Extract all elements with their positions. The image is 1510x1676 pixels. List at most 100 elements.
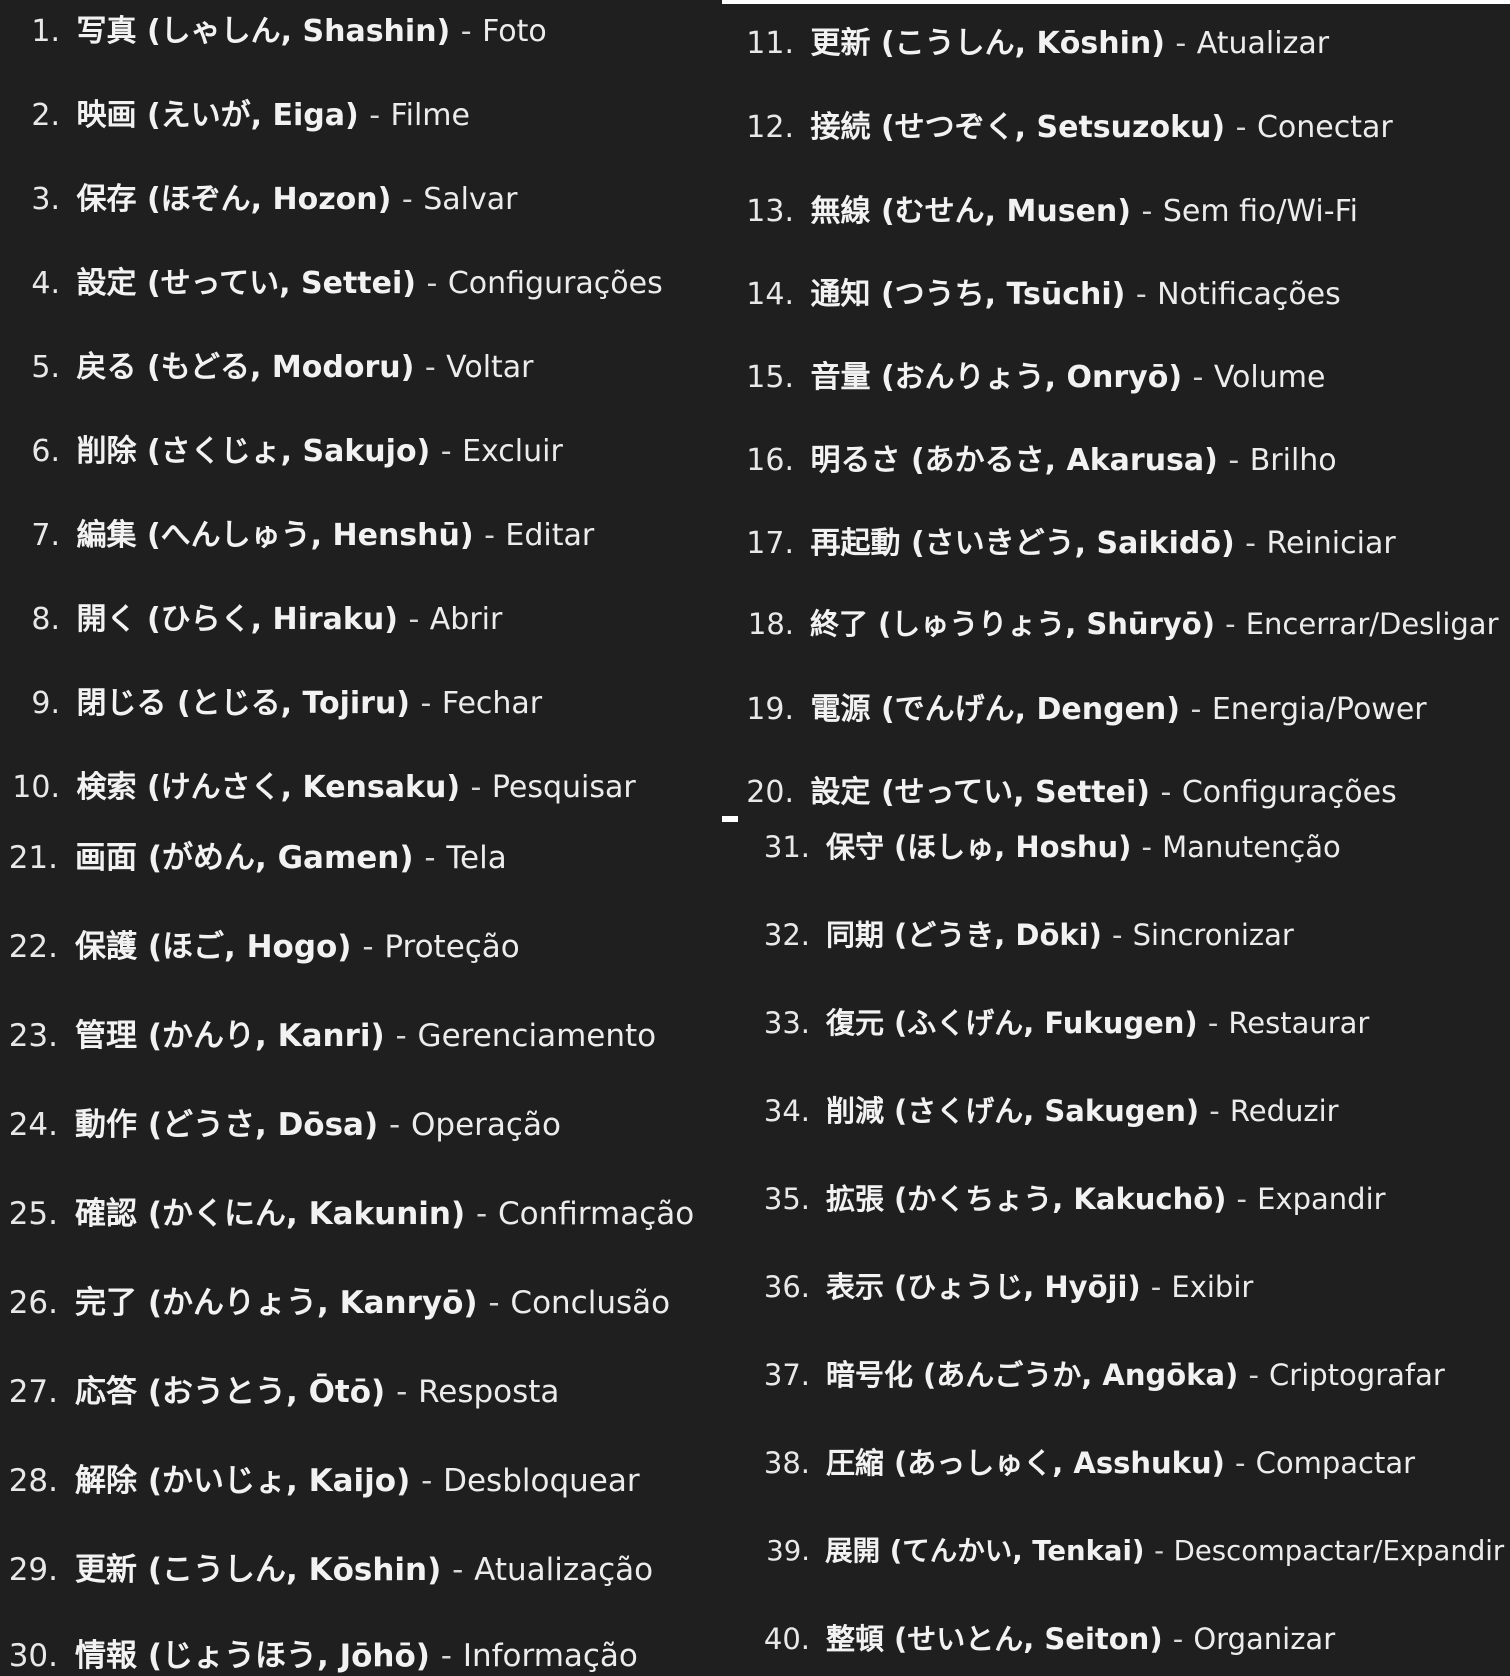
separator: - — [1190, 692, 1202, 727]
separator: - — [424, 350, 436, 385]
item-number: 21. — [8, 840, 58, 876]
list-item: 37. 暗号化 (あんごうか, Angōka) - Criptografar — [738, 1352, 1445, 1394]
portuguese-meaning: Conclusão — [510, 1285, 671, 1321]
japanese-term: 更新 (こうしん, Kōshin) — [810, 26, 1165, 61]
separator: - — [460, 14, 472, 49]
portuguese-meaning: Configurações — [1181, 775, 1397, 810]
list-item: 27. 応答 (おうとう, Ōtō) - Resposta — [0, 1366, 560, 1411]
japanese-term: 削減 (さくげん, Sakugen) — [825, 1094, 1200, 1128]
portuguese-meaning: Informação — [462, 1638, 638, 1674]
item-number: 34. — [763, 1094, 810, 1128]
item-number: 17. — [746, 526, 794, 561]
japanese-term: 戻る (もどる, Modoru) — [76, 350, 415, 385]
list-item: 22. 保護 (ほご, Hogo) - Proteção — [0, 921, 520, 966]
japanese-term: 再起動 (さいきどう, Saikidō) — [810, 526, 1235, 561]
japanese-term: 検索 (けんさく, Kensaku) — [76, 770, 461, 805]
portuguese-meaning: Fechar — [441, 686, 543, 721]
item-number: 33. — [763, 1006, 810, 1040]
list-item: 9. 閉じる (とじる, Tojiru) - Fechar — [0, 678, 542, 722]
portuguese-meaning: Conectar — [1256, 110, 1393, 145]
separator: - — [420, 686, 432, 721]
separator: - — [440, 434, 452, 469]
portuguese-meaning: Notificações — [1157, 277, 1341, 312]
list-item: 21. 画面 (がめん, Gamen) - Tela — [0, 832, 507, 877]
item-number: 7. — [31, 518, 60, 553]
item-number: 25. — [8, 1196, 58, 1232]
item-number: 39. — [766, 1535, 810, 1567]
portuguese-meaning: Pesquisar — [491, 770, 636, 805]
portuguese-meaning: Compactar — [1255, 1446, 1416, 1480]
portuguese-meaning: Restaurar — [1228, 1006, 1370, 1040]
japanese-term: 明るさ (あかるさ, Akarusa) — [810, 443, 1218, 478]
japanese-term: 映画 (えいが, Eiga) — [76, 98, 359, 133]
japanese-term: 電源 (でんげん, Dengen) — [810, 692, 1181, 727]
japanese-term: 暗号化 (あんごうか, Angōka) — [825, 1358, 1239, 1392]
item-number: 36. — [763, 1270, 810, 1304]
portuguese-meaning: Atualização — [474, 1552, 654, 1588]
japanese-term: 確認 (かくにん, Kakunin) — [75, 1196, 466, 1232]
separator: - — [452, 1552, 464, 1588]
japanese-term: 設定 (せってい, Settei) — [810, 775, 1150, 810]
item-number: 29. — [8, 1552, 58, 1588]
item-number: 18. — [747, 607, 794, 641]
separator: - — [1236, 1182, 1247, 1216]
separator: - — [488, 1285, 500, 1321]
separator: - — [440, 1638, 452, 1674]
japanese-term: 設定 (せってい, Settei) — [76, 266, 416, 301]
item-number: 23. — [8, 1018, 58, 1054]
portuguese-meaning: Organizar — [1193, 1622, 1336, 1656]
japanese-term: 保護 (ほご, Hogo) — [75, 929, 352, 965]
separator: - — [1235, 110, 1247, 145]
separator: - — [1154, 1535, 1165, 1567]
separator: - — [1135, 277, 1147, 312]
separator: - — [424, 840, 436, 876]
item-number: 8. — [31, 602, 60, 637]
japanese-term: 編集 (へんしゅう, Henshū) — [76, 518, 474, 553]
separator: - — [1192, 360, 1204, 395]
list-item: 3. 保存 (ほぞん, Hozon) - Salvar — [0, 174, 517, 218]
list-item: 11. 更新 (こうしん, Kōshin) - Atualizar — [722, 18, 1329, 62]
list-item: 10. 検索 (けんさく, Kensaku) - Pesquisar — [0, 762, 636, 806]
japanese-term: 同期 (どうき, Dōki) — [825, 918, 1102, 952]
item-number: 24. — [8, 1107, 58, 1143]
portuguese-meaning: Voltar — [446, 350, 534, 385]
list-item: 1. 写真 (しゃしん, Shashin) - Foto — [0, 6, 547, 50]
item-number: 30. — [8, 1638, 58, 1674]
portuguese-meaning: Criptografar — [1269, 1358, 1445, 1392]
separator: - — [1141, 830, 1153, 864]
item-number: 31. — [763, 830, 810, 864]
list-item: 4. 設定 (せってい, Settei) - Configurações — [0, 258, 663, 302]
item-number: 37. — [763, 1358, 810, 1392]
portuguese-meaning: Manutenção — [1162, 830, 1341, 864]
list-item: 15. 音量 (おんりょう, Onryō) - Volume — [722, 352, 1325, 396]
separator: - — [362, 929, 374, 965]
list-item: 8. 開く (ひらく, Hiraku) - Abrir — [0, 594, 502, 638]
item-number: 35. — [763, 1182, 810, 1216]
portuguese-meaning: Brilho — [1249, 443, 1337, 478]
list-item: 23. 管理 (かんり, Kanri) - Gerenciamento — [0, 1010, 656, 1055]
japanese-term: 音量 (おんりょう, Onryō) — [810, 360, 1183, 395]
item-number: 15. — [746, 360, 794, 395]
list-item: 33. 復元 (ふくげん, Fukugen) - Restaurar — [738, 1000, 1369, 1042]
separator: - — [389, 1107, 401, 1143]
item-number: 20. — [746, 775, 794, 810]
item-number: 32. — [763, 918, 810, 952]
item-number: 19. — [746, 692, 794, 727]
portuguese-meaning: Configurações — [447, 266, 663, 301]
portuguese-meaning: Foto — [482, 14, 547, 49]
portuguese-meaning: Excluir — [462, 434, 563, 469]
portuguese-meaning: Proteção — [384, 929, 520, 965]
item-number: 40. — [763, 1622, 810, 1656]
separator: - — [1172, 1622, 1184, 1656]
japanese-term: 終了 (しゅうりょう, Shūryō) — [809, 607, 1215, 641]
list-item: 5. 戻る (もどる, Modoru) - Voltar — [0, 342, 534, 386]
japanese-term: 表示 (ひょうじ, Hyōji) — [825, 1270, 1141, 1304]
vocab-panel-11-20: 11. 更新 (こうしん, Kōshin) - Atualizar 12. 接続 (せつ… — [722, 4, 1510, 816]
portuguese-meaning: Abrir — [429, 602, 503, 637]
separator: - — [1160, 775, 1172, 810]
japanese-term: 閉じる (とじる, Tojiru) — [76, 686, 411, 721]
separator: - — [1207, 1006, 1219, 1040]
portuguese-meaning: Operação — [411, 1107, 561, 1143]
list-item: 29. 更新 (こうしん, Kōshin) - Atualização — [0, 1544, 653, 1589]
japanese-term: 保守 (ほしゅ, Hoshu) — [825, 830, 1132, 864]
